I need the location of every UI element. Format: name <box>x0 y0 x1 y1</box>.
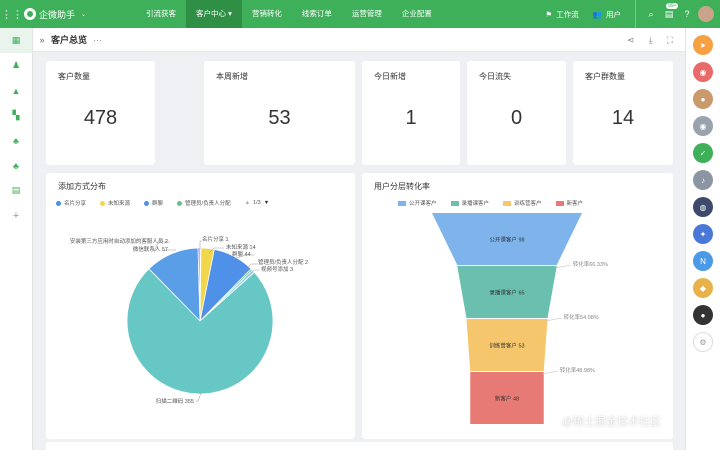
fullscreen-icon[interactable]: ⛶ <box>667 35 673 46</box>
funnel-rate-label: 转化率66.33% <box>573 260 608 268</box>
share-icon[interactable]: ⋖ <box>627 35 635 46</box>
top-bar: ⋮⋮ 企微助手 ⌄ 引流获客 客户中心 ▾ 营销转化 线索订单 运营管理 企业配… <box>0 0 720 28</box>
nav-item-marketing[interactable]: 营销转化 <box>242 0 292 28</box>
stat-value: 0 <box>510 107 523 129</box>
pie-label-admin: 管理员/负责人分配 2 <box>258 258 308 266</box>
top-right-actions: ⚑ 工作流 👥 用户 ⌕ ▤ 99+ ? <box>545 0 720 28</box>
right-dock: ➤ ◉ ● ◉ ✓ ♪ ◍ ✦ N ◆ ● ⚙ <box>685 28 720 450</box>
news-app-icon[interactable]: N <box>693 251 713 271</box>
sidebar-dashboard-icon[interactable]: ▦ <box>0 28 32 53</box>
compass-app-icon[interactable]: ✦ <box>693 224 713 244</box>
pie-label-unknown: 未知来源 14 <box>226 243 256 251</box>
funnel-stage-label: 公开课客户 98 <box>489 236 524 244</box>
check-app-icon[interactable]: ✓ <box>693 143 713 163</box>
help-icon[interactable]: ? <box>678 9 696 19</box>
brand[interactable]: 企微助手 ⌄ <box>24 8 132 21</box>
chevron-down-icon: ⌄ <box>81 11 87 18</box>
workflow-icon: ⚑ <box>545 9 553 19</box>
dark-app-icon[interactable]: ● <box>693 305 713 325</box>
divider <box>635 0 636 28</box>
app-grid-icon[interactable]: ⋮⋮ <box>0 8 24 21</box>
workflow-button[interactable]: ⚑ 工作流 <box>545 9 578 20</box>
download-icon[interactable]: ⤓ <box>649 35 653 46</box>
sidebar-group-icon[interactable]: ♣ <box>0 128 32 153</box>
group-app-icon[interactable]: ◉ <box>693 116 713 136</box>
user-button[interactable]: 👥 用户 <box>593 9 621 20</box>
pie-chart: 安装第三方应用时自动添加的客服人员 2 微信联系人 57 名片分享 1 未知来源… <box>70 235 308 405</box>
pie-label-wechat: 微信联系人 57 <box>133 245 168 253</box>
left-sidebar: ▦ ♟ ▲ ▚ ♣ ♣ ▤ + <box>0 28 33 450</box>
watermark: @稀土掘金技术社区 <box>561 416 661 428</box>
stat-card-customers: 客户数量 478 <box>46 61 155 165</box>
avatar[interactable] <box>698 6 714 22</box>
header-actions: ⋖ ⤓ ⛶ <box>627 28 673 52</box>
nav-item-operations[interactable]: 运营管理 <box>342 0 392 28</box>
main-nav: 引流获客 客户中心 ▾ 营销转化 线索订单 运营管理 企业配置 <box>136 0 442 28</box>
nav-label: 客户中心 <box>196 9 226 18</box>
nav-item-acquisition[interactable]: 引流获客 <box>136 0 186 28</box>
sidebar-doc-icon[interactable]: ▤ <box>0 178 32 203</box>
pie-label-card: 名片分享 1 <box>202 235 229 243</box>
app-name: 企微助手 <box>39 9 76 20</box>
brand-logo-icon <box>24 8 36 20</box>
funnel-chart: 公开课客户 98 录播课客户 65 训练营客户 53 新客户 48 转化率66.33%… <box>432 213 608 424</box>
sidebar-add-icon[interactable]: + <box>0 203 32 228</box>
funnel-chart-card: 用户分层转化率 公开课客户 录播课客户 训练营客户 新客户 公开课客户 98 录播… <box>362 173 673 439</box>
bell-app-icon[interactable]: ♪ <box>693 170 713 190</box>
stat-label: 客户群数量 <box>585 72 625 81</box>
stat-value: 1 <box>405 107 417 129</box>
funnel-stage-label: 新客户 48 <box>495 395 519 403</box>
user-label: 用户 <box>606 9 621 19</box>
send-app-icon[interactable]: ➤ <box>693 35 713 55</box>
sidebar-team-icon[interactable]: ♣ <box>0 153 32 178</box>
globe-app-icon[interactable]: ◍ <box>693 197 713 217</box>
search-icon[interactable]: ⌕ <box>642 9 660 20</box>
rate-leader-line <box>541 370 558 375</box>
sidebar-warning-icon[interactable]: ▲ <box>0 78 32 103</box>
stat-value: 14 <box>611 107 635 129</box>
pie-label-install: 安装第三方应用时自动添加的客服人员 2 <box>70 237 168 245</box>
nav-item-enterprise[interactable]: 企业配置 <box>392 0 442 28</box>
stat-card-week-new: 本周新增 53 <box>204 61 355 165</box>
next-card-edge <box>46 442 673 450</box>
stat-card-groups: 客户群数量 14 <box>573 61 673 165</box>
stat-card-today-new: 今日新增 1 <box>362 61 460 165</box>
stat-label: 客户数量 <box>58 72 90 81</box>
rate-leader-line <box>554 264 571 269</box>
funnel-stage-label: 训练营客户 53 <box>489 342 524 350</box>
pie-label-qr: 扫描二维码 355 <box>156 397 194 405</box>
page-header: » 客户总览 ··· ⋖ ⤓ ⛶ <box>33 28 685 52</box>
pie-label-group: 群聊 44 <box>232 250 251 258</box>
funnel-rate-label: 转化率48.98% <box>560 366 595 374</box>
sidebar-customer-icon[interactable]: ♟ <box>0 53 32 78</box>
workflow-label: 工作流 <box>556 9 579 19</box>
funnel-rate-label: 转化率54.08% <box>564 313 599 321</box>
notification-icon[interactable]: ▤ 99+ <box>660 2 679 20</box>
settings-app-icon[interactable]: ⚙ <box>693 332 713 352</box>
cube-app-icon[interactable]: ◆ <box>693 278 713 298</box>
stat-label: 今日新增 <box>374 72 406 81</box>
collapse-icon[interactable]: » <box>33 35 51 45</box>
nav-item-leads[interactable]: 线索订单 <box>292 0 342 28</box>
notification-badge: 99+ <box>666 2 679 9</box>
more-icon[interactable]: ··· <box>93 35 102 45</box>
pie-label-video: 视频号添加 3 <box>261 265 293 273</box>
page-title: 客户总览 <box>51 35 88 45</box>
rate-leader-line <box>545 317 562 322</box>
stat-value: 53 <box>268 107 291 129</box>
stat-label: 今日流失 <box>479 72 511 81</box>
photo-app-icon[interactable]: ● <box>693 89 713 109</box>
contacts-app-icon[interactable]: ◉ <box>693 62 713 82</box>
pie-chart-card: 添加方式分布 名片分享 未知来源 群聊 管理员/负责人分配 ▲ 1/3 ▼ 安装… <box>46 173 355 439</box>
sidebar-apps-icon[interactable]: ▚ <box>0 103 32 128</box>
users-icon: 👥 <box>592 9 602 19</box>
stat-value: 478 <box>83 107 118 129</box>
stat-card-today-lost: 今日流失 0 <box>467 61 566 165</box>
stat-label: 本周新增 <box>216 72 248 81</box>
chevron-down-icon: ▾ <box>228 9 232 18</box>
nav-item-customer-center[interactable]: 客户中心 ▾ <box>186 0 242 28</box>
funnel-stage-label: 录播课客户 65 <box>489 289 524 297</box>
